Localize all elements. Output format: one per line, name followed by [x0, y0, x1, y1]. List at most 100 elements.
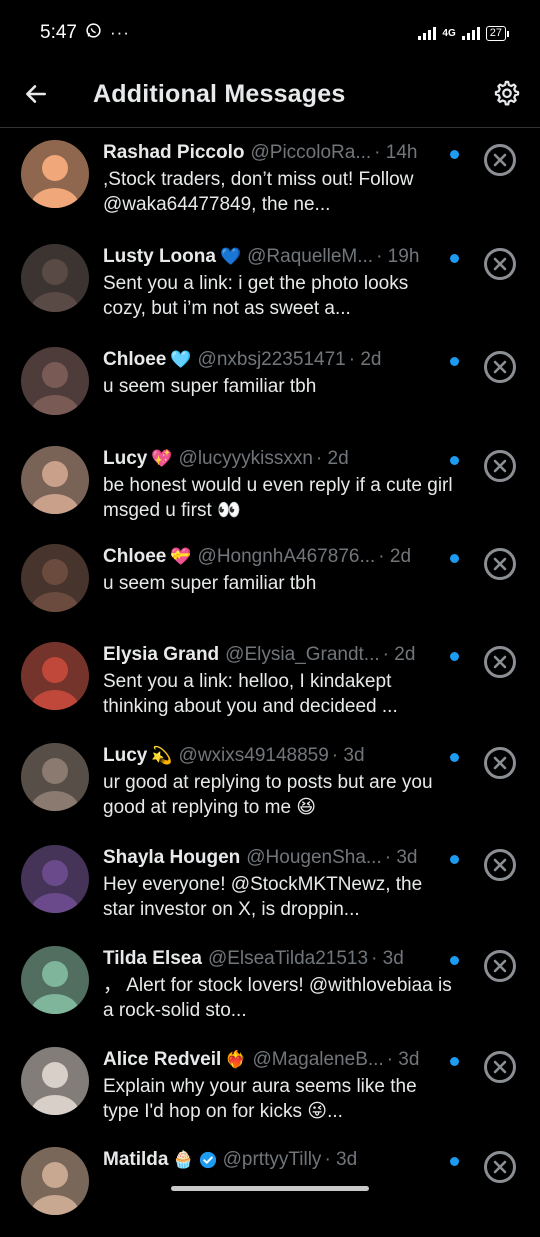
status-left: 5:47 ··· [40, 22, 130, 45]
message-time: · 3d [324, 1149, 358, 1170]
sender-name: Tilda Elsea [103, 948, 202, 969]
dismiss-button[interactable] [484, 950, 516, 982]
message-preview: u seem super familiar tbh [103, 376, 317, 397]
conversation-row[interactable]: Alice Redveil ❤️‍🔥 @MagaleneB... · 3d Explai… [0, 1035, 540, 1137]
name-emoji: 🧁 [172, 1150, 194, 1169]
avatar[interactable] [21, 642, 89, 710]
gear-icon [494, 80, 520, 106]
conversation-header: Chloee 🩵 @nxbsj22351471 · 2d [103, 347, 453, 373]
name-emoji: 💝 [170, 547, 192, 566]
avatar[interactable] [21, 743, 89, 811]
conversation-header: Alice Redveil ❤️‍🔥 @MagaleneB... · 3d [103, 1047, 453, 1073]
sender-name: Alice Redveil [103, 1049, 222, 1070]
avatar[interactable] [21, 347, 89, 415]
network-type: 4G [442, 27, 456, 39]
message-time: · 3d [331, 745, 365, 766]
unread-dot [450, 150, 459, 159]
close-icon [493, 459, 507, 473]
dismiss-button[interactable] [484, 548, 516, 580]
close-icon [493, 360, 507, 374]
message-preview: Hey everyone! @StockMKTNewz, the star in… [103, 874, 423, 920]
conversation-content: Chloee 🩵 @nxbsj22351471 · 2d u seem super fa… [103, 347, 453, 399]
sender-name: Shayla Hougen [103, 847, 241, 868]
name-emoji: 💖 [151, 449, 173, 468]
name-emoji: 💫 [151, 746, 173, 765]
conversation-header: Tilda Elsea @ElseaTilda21513 · 3d [103, 946, 453, 972]
system-nav-bar [0, 1176, 540, 1200]
conversation-row[interactable]: Lucy 💫 @wxixs49148859 · 3d ur good at replyi… [0, 731, 540, 833]
conversation-header: Lucy 💖 @lucyyykissxxn · 2d [103, 446, 453, 472]
conversation-row[interactable]: Chloee 🩵 @nxbsj22351471 · 2d u seem super fa… [0, 335, 540, 437]
dismiss-button[interactable] [484, 849, 516, 881]
dismiss-button[interactable] [484, 1051, 516, 1083]
conversation-row[interactable]: Elysia Grand @Elysia_Grandt... · 2d Sent yo… [0, 630, 540, 732]
unread-dot [450, 1057, 459, 1066]
status-time: 5:47 [40, 22, 77, 43]
conversation-content: Chloee 💝 @HongnhA467876... · 2d u seem super… [103, 544, 453, 596]
conversation-row[interactable]: Shayla Hougen @HougenSha... · 3d Hey everyo… [0, 833, 540, 935]
name-emoji: ❤️‍🔥 [225, 1050, 247, 1069]
dismiss-button[interactable] [484, 450, 516, 482]
conversation-content: Lucy 💫 @wxixs49148859 · 3d ur good at replyi… [103, 743, 453, 820]
status-right: 4G 27 [418, 25, 510, 41]
sender-handle: @HougenSha... [246, 847, 382, 868]
unread-dot [450, 554, 459, 563]
whatsapp-icon [85, 22, 102, 45]
dismiss-button[interactable] [484, 747, 516, 779]
close-icon [493, 557, 507, 571]
settings-button[interactable] [492, 78, 522, 108]
name-emoji: 🩵 [170, 350, 192, 369]
message-time: · 2d [315, 448, 349, 469]
sender-handle: @Elysia_Grandt... [225, 644, 380, 665]
conversation-row[interactable]: Tilda Elsea @ElseaTilda21513 · 3d ， Alert f… [0, 934, 540, 1036]
avatar[interactable] [21, 140, 89, 208]
message-time: · 14h [374, 142, 418, 163]
sender-handle: @lucyyykissxxn [178, 448, 313, 469]
avatar[interactable] [21, 244, 89, 312]
unread-dot [450, 1157, 459, 1166]
dismiss-button[interactable] [484, 248, 516, 280]
home-gesture-handle[interactable] [171, 1186, 369, 1191]
conversation-row[interactable]: Rashad Piccolo @PiccoloRa... · 14h ,Stock t… [0, 128, 540, 230]
sender-handle: @RaquelleM... [247, 246, 374, 267]
sender-handle: @PiccoloRa... [250, 142, 372, 163]
sender-name: Lucy [103, 448, 148, 469]
close-icon [493, 1160, 507, 1174]
avatar[interactable] [21, 446, 89, 514]
conversation-content: Matilda 🧁 @prttyyTilly · 3d [103, 1147, 453, 1174]
top-app-bar: Additional Messages [0, 66, 540, 128]
sender-handle: @wxixs49148859 [178, 745, 329, 766]
close-icon [493, 153, 507, 167]
sender-handle: @nxbsj22351471 [197, 349, 346, 370]
unread-dot [450, 855, 459, 864]
sender-name: Rashad Piccolo [103, 142, 245, 163]
message-time: · 2d [382, 644, 416, 665]
avatar[interactable] [21, 1047, 89, 1115]
message-preview: Explain why your aura seems like the typ… [103, 1076, 417, 1122]
conversation-content: Rashad Piccolo @PiccoloRa... · 14h ,Stock t… [103, 140, 453, 217]
conversation-content: Lucy 💖 @lucyyykissxxn · 2d be honest would u… [103, 446, 453, 523]
dismiss-button[interactable] [484, 144, 516, 176]
dismiss-button[interactable] [484, 646, 516, 678]
sender-name: Elysia Grand [103, 644, 220, 665]
message-time: · 3d [371, 948, 404, 969]
conversation-header: Shayla Hougen @HougenSha... · 3d [103, 845, 453, 871]
avatar[interactable] [21, 946, 89, 1014]
avatar[interactable] [21, 544, 89, 612]
signal-icon-2 [461, 26, 480, 40]
unread-dot [450, 357, 459, 366]
conversation-row[interactable]: Lucy 💖 @lucyyykissxxn · 2d be honest would u… [0, 434, 540, 536]
conversation-row[interactable]: Chloee 💝 @HongnhA467876... · 2d u seem super… [0, 532, 540, 634]
close-icon [493, 756, 507, 770]
message-time: · 2d [348, 349, 382, 370]
avatar[interactable] [21, 845, 89, 913]
sender-handle: @HongnhA467876... [197, 546, 376, 567]
page-title: Additional Messages [93, 80, 346, 108]
dismiss-button[interactable] [484, 351, 516, 383]
sender-handle: @prttyyTilly [222, 1149, 322, 1170]
back-button[interactable] [22, 80, 50, 108]
conversation-content: Alice Redveil ❤️‍🔥 @MagaleneB... · 3d Explai… [103, 1047, 453, 1124]
signal-icon [418, 26, 437, 40]
conversation-row[interactable]: Lusty Loona 💙 @RaquelleM... · 19h Sent you a… [0, 232, 540, 334]
sender-handle: @ElseaTilda21513 [207, 948, 369, 969]
